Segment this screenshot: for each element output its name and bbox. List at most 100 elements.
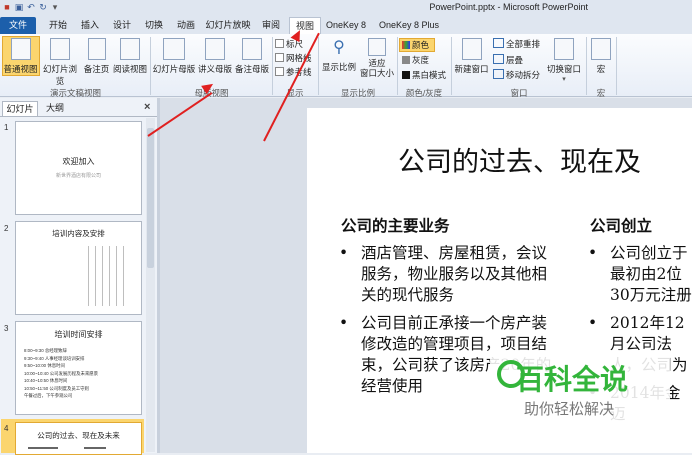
slide-number: 2 bbox=[4, 224, 9, 233]
tab-file[interactable]: 文件 bbox=[0, 17, 36, 34]
macros-label: 宏 bbox=[596, 64, 606, 74]
switch-window-button[interactable]: 切换窗口 ▾ bbox=[544, 38, 584, 83]
checkbox-icon bbox=[275, 39, 284, 48]
thumb-title: 公司的过去、现在及未来 bbox=[37, 431, 120, 440]
grayscale-button[interactable]: 灰度 bbox=[400, 54, 429, 66]
black-white-button[interactable]: 黑白模式 bbox=[400, 69, 446, 81]
title-bar: ■ ▣ ↶ ↻ ▾ PowerPoint.pptx - Microsoft Po… bbox=[0, 0, 692, 16]
grayscale-label: 灰度 bbox=[412, 55, 430, 65]
new-window-icon bbox=[461, 38, 482, 60]
tab-onekey8[interactable]: OneKey 8 bbox=[323, 17, 369, 34]
pane-divider bbox=[0, 116, 157, 117]
group-separator bbox=[318, 37, 319, 95]
switch-window-label: 切换窗口 bbox=[546, 64, 581, 74]
tab-slideshow[interactable]: 幻灯片放映 bbox=[203, 17, 253, 34]
arrange-all-icon bbox=[493, 38, 504, 48]
notes-master-label: 备注母版 bbox=[234, 64, 269, 74]
thumb-text-line bbox=[84, 447, 106, 449]
notes-page-label: 备注页 bbox=[83, 64, 110, 74]
slide-sorter-label: 幻灯片浏览 bbox=[42, 64, 77, 86]
pane-splitter[interactable] bbox=[157, 98, 160, 453]
thumb-subtitle: 新世界酒店有限公司 bbox=[55, 173, 101, 179]
slide-master-label: 幻灯片母版 bbox=[152, 64, 196, 74]
slide-title: 公司的过去、现在及 bbox=[398, 147, 641, 178]
group-separator bbox=[272, 37, 273, 95]
switch-window-icon bbox=[554, 38, 574, 60]
close-icon[interactable]: × bbox=[144, 101, 154, 113]
slide-sorter-button[interactable]: 幻灯片浏览 bbox=[39, 38, 81, 87]
tab-insert[interactable]: 插入 bbox=[76, 17, 104, 34]
normal-view-button[interactable]: 普通视图 bbox=[2, 38, 39, 75]
chevron-down-icon: ▾ bbox=[562, 76, 566, 83]
zoom-label: 显示比例 bbox=[321, 62, 356, 72]
macros-button[interactable]: 宏 bbox=[588, 38, 614, 75]
fit-to-window-label: 适应 窗口大小 bbox=[359, 58, 394, 78]
slide-master-icon bbox=[163, 38, 185, 60]
slide-thumbnail-1[interactable]: 欢迎加入 新世界酒店有限公司 bbox=[15, 121, 142, 215]
tab-outline[interactable]: 大纲 bbox=[40, 101, 70, 115]
watermark-title: 百科全说 bbox=[516, 363, 629, 396]
reading-view-icon bbox=[120, 38, 140, 60]
magnifier-icon: ⚲ bbox=[333, 39, 345, 56]
tab-onekey8plus[interactable]: OneKey 8 Plus bbox=[376, 17, 442, 34]
thumb-text-line bbox=[28, 447, 58, 449]
zoom-button[interactable]: ⚲ 显示比例 bbox=[320, 38, 358, 73]
thumb-row: 9:50~10:00 休息时间 bbox=[24, 363, 65, 368]
slide-thumbnail-3[interactable]: 培训时间安排 8:00~9:30 总经理致辞 9:30~9:40 人事经理谈培训… bbox=[15, 321, 142, 415]
color-mode-button[interactable]: 颜色 bbox=[399, 38, 435, 52]
color-swatch-icon bbox=[402, 41, 410, 49]
grayscale-swatch-icon bbox=[402, 56, 410, 64]
group-separator bbox=[397, 37, 398, 95]
column-heading: 公司的主要业务 bbox=[341, 216, 450, 235]
fit-to-window-icon bbox=[368, 38, 386, 56]
normal-view-icon bbox=[10, 38, 31, 60]
thumb-schedule: 8:00~9:30 总经理致辞 9:30~9:40 人事经理谈培训安排 9:50… bbox=[24, 347, 98, 400]
arrange-all-label: 全部重排 bbox=[506, 39, 541, 49]
slide-bullet: 酒店管理、房屋租赁，会议服务，物业服务以及其他相关的现代服务 bbox=[361, 244, 548, 304]
checkbox-icon bbox=[275, 53, 284, 62]
handout-master-button[interactable]: 讲义母版 bbox=[197, 38, 233, 75]
macros-icon bbox=[591, 38, 611, 60]
black-white-swatch-icon bbox=[402, 71, 410, 79]
move-split-button[interactable]: 移动拆分 bbox=[493, 69, 540, 81]
normal-view-label: 普通视图 bbox=[3, 64, 38, 74]
pane-scroll-thumb[interactable] bbox=[147, 128, 154, 268]
arrange-all-button[interactable]: 全部重排 bbox=[493, 38, 540, 50]
slide-thumbnail-4[interactable]: 公司的过去、现在及未来 bbox=[15, 422, 142, 455]
handout-master-label: 讲义母版 bbox=[197, 64, 232, 74]
notes-page-icon bbox=[87, 38, 106, 60]
cascade-label: 层叠 bbox=[506, 55, 524, 65]
cascade-button[interactable]: 层叠 bbox=[493, 54, 523, 66]
tab-slides[interactable]: 幻灯片 bbox=[2, 101, 38, 116]
tab-review[interactable]: 审阅 bbox=[257, 17, 285, 34]
bullet-icon: • bbox=[339, 314, 349, 332]
thumb-title: 培训时间安排 bbox=[54, 330, 103, 339]
tab-design[interactable]: 设计 bbox=[108, 17, 136, 34]
notes-page-button[interactable]: 备注页 bbox=[82, 38, 111, 75]
tab-animations[interactable]: 动画 bbox=[172, 17, 200, 34]
color-label: 颜色 bbox=[412, 40, 430, 50]
thumb-vertical-text bbox=[88, 246, 128, 306]
thumb-row: 午餐过后，下午参观公司 bbox=[24, 393, 73, 398]
column-heading: 公司创立 bbox=[590, 216, 653, 235]
thumb-row: 8:00~9:30 总经理致辞 bbox=[24, 348, 67, 353]
fit-to-window-button[interactable]: 适应 窗口大小 bbox=[358, 38, 396, 78]
slide-number: 4 bbox=[4, 424, 9, 433]
group-separator bbox=[586, 37, 587, 95]
thumb-title: 欢迎加入 bbox=[62, 157, 95, 166]
notes-master-button[interactable]: 备注母版 bbox=[233, 38, 271, 75]
thumb-title: 培训内容及安排 bbox=[52, 229, 105, 238]
notes-master-icon bbox=[242, 38, 262, 60]
new-window-button[interactable]: 新建窗口 bbox=[453, 38, 490, 75]
tab-home[interactable]: 开始 bbox=[44, 17, 72, 34]
thumb-row: 10:40~10:50 休息时间 bbox=[24, 378, 68, 383]
group-separator bbox=[616, 37, 617, 95]
reading-view-button[interactable]: 阅读视图 bbox=[111, 38, 149, 75]
slide-sorter-icon bbox=[50, 38, 70, 60]
slide-thumbnail-2[interactable]: 培训内容及安排 bbox=[15, 221, 142, 315]
checkbox-icon bbox=[275, 67, 284, 76]
tab-transitions[interactable]: 切换 bbox=[140, 17, 168, 34]
slide-master-button[interactable]: 幻灯片母版 bbox=[152, 38, 196, 75]
thumb-row: 10:50~11:50 公司制度及员工守则 bbox=[24, 385, 89, 391]
guides-checkbox[interactable]: 参考线 bbox=[275, 66, 312, 78]
